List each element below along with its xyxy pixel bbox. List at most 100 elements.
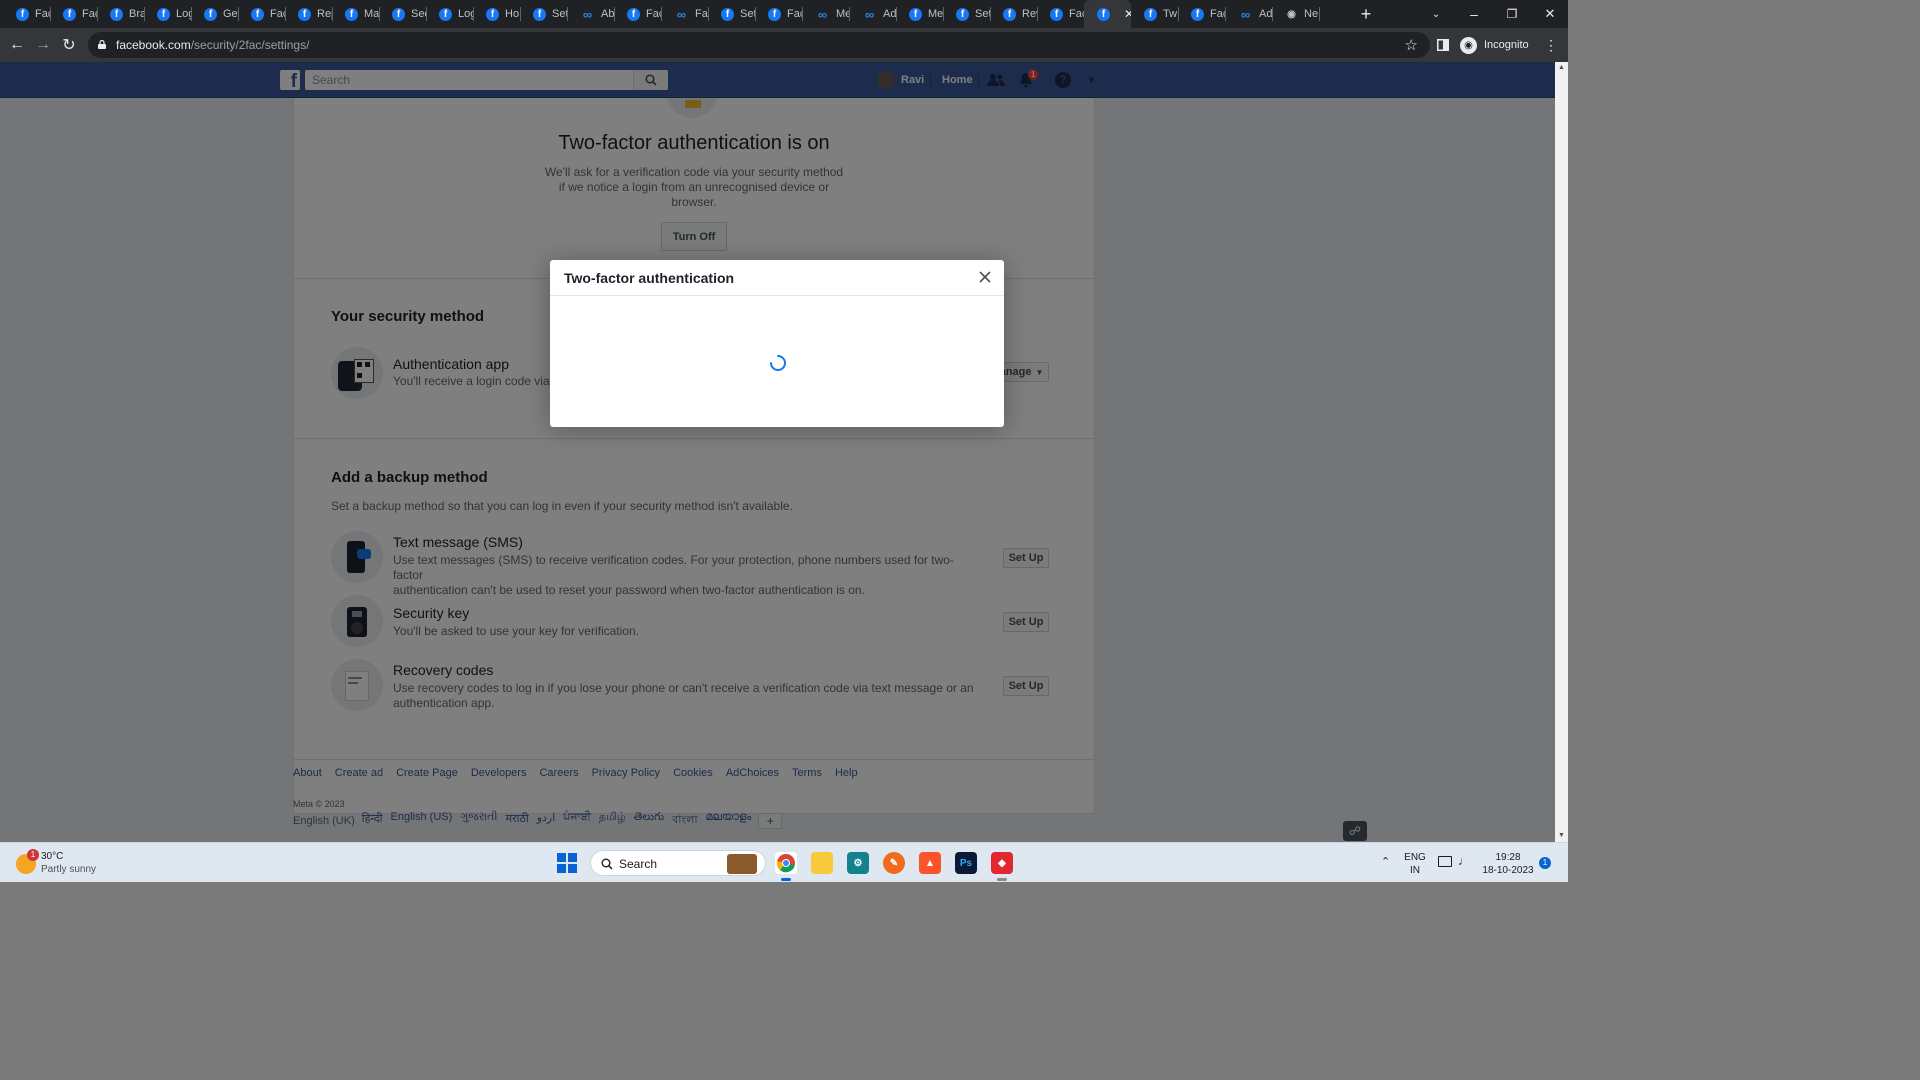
- browser-tab[interactable]: f Ho: [473, 0, 520, 28]
- close-icon[interactable]: [976, 268, 994, 286]
- browser-tab[interactable]: f Fac: [3, 0, 50, 28]
- search-icon: [601, 858, 613, 870]
- restore-button[interactable]: ❐: [1502, 0, 1522, 28]
- tab-title: Set: [975, 8, 990, 20]
- browser-tab[interactable]: f Set: [943, 0, 990, 28]
- modal-overlay[interactable]: [0, 62, 1555, 842]
- app-icon-orange[interactable]: ✎: [883, 852, 905, 874]
- back-arrow-icon[interactable]: ←: [6, 34, 28, 56]
- tab-title: Fac: [1069, 8, 1084, 20]
- tab-title: Fac: [1210, 8, 1225, 20]
- tab-title: Bra: [129, 8, 144, 20]
- facebook-icon: f: [533, 7, 546, 21]
- browser-tab[interactable]: f Fac: [1037, 0, 1084, 28]
- browser-tab[interactable]: f Set: [520, 0, 567, 28]
- search-highlight-icon: [727, 854, 757, 874]
- screen-recorder-icon[interactable]: ◆: [991, 852, 1013, 874]
- facebook-icon: f: [63, 7, 76, 21]
- file-explorer-icon[interactable]: [811, 852, 833, 874]
- meta-icon: ∞: [676, 6, 687, 22]
- browser-tab[interactable]: f Ma: [332, 0, 379, 28]
- browser-tab[interactable]: f Set: [708, 0, 755, 28]
- incognito-indicator[interactable]: ◉ Incognito: [1460, 32, 1529, 58]
- browser-tab[interactable]: f Tw: [1131, 0, 1178, 28]
- tab-title: Log: [176, 8, 191, 20]
- clock[interactable]: 19:28 18-10-2023: [1480, 851, 1536, 877]
- chrome-icon[interactable]: [775, 852, 797, 874]
- windows-start-icon[interactable]: [557, 853, 577, 873]
- browser-tab[interactable]: ∞ Fac: [661, 0, 708, 28]
- tab-title: Abc: [601, 8, 614, 20]
- brave-browser-icon[interactable]: ▲: [919, 852, 941, 874]
- browser-tab[interactable]: f Rep: [285, 0, 332, 28]
- app-icon-teal[interactable]: ⚙: [847, 852, 869, 874]
- new-tab-button[interactable]: +: [1356, 0, 1376, 28]
- tab-title: Fac: [646, 8, 661, 20]
- facebook-icon: f: [1191, 7, 1204, 21]
- bookmark-star-icon[interactable]: ☆: [1405, 36, 1418, 54]
- browser-tab[interactable]: ∞ Me: [802, 0, 849, 28]
- meta-icon: ∞: [864, 6, 875, 22]
- photoshop-icon[interactable]: Ps: [955, 852, 977, 874]
- chrome-active-indicator: [781, 878, 791, 881]
- browser-tab[interactable]: f Log: [426, 0, 473, 28]
- page-scrollbar[interactable]: ▲ ▼: [1555, 62, 1568, 842]
- facebook-icon: f: [1144, 7, 1157, 21]
- minimize-button[interactable]: –: [1464, 0, 1484, 28]
- lock-icon: [98, 40, 106, 49]
- browser-tab[interactable]: ∞ Ads: [1225, 0, 1272, 28]
- taskbar-search-box[interactable]: Search: [590, 850, 766, 876]
- clock-date: 18-10-2023: [1482, 865, 1534, 876]
- facebook-icon: f: [768, 7, 781, 21]
- facebook-icon: f: [110, 7, 123, 21]
- browser-tab[interactable]: ∞ Abc: [567, 0, 614, 28]
- tab-title: Ho: [505, 8, 520, 20]
- facebook-icon: f: [345, 7, 358, 21]
- browser-tab-active[interactable]: f ✕: [1084, 0, 1131, 28]
- scroll-up-arrow-icon[interactable]: ▲: [1555, 62, 1568, 74]
- side-panel-icon[interactable]: [1432, 34, 1454, 56]
- browser-toolbar: ← → ↻ facebook.com/security/2fac/setting…: [0, 28, 1568, 62]
- network-icon[interactable]: [1438, 856, 1452, 867]
- browser-tab[interactable]: f Fac: [614, 0, 661, 28]
- reload-icon[interactable]: ↻: [58, 34, 80, 56]
- browser-tab[interactable]: ∞ Ad: [849, 0, 896, 28]
- input-language[interactable]: ENG IN: [1403, 851, 1427, 877]
- meta-icon: ∞: [817, 6, 828, 22]
- tab-title: Me: [928, 8, 943, 20]
- browser-tab[interactable]: f Rev: [990, 0, 1037, 28]
- notification-center-badge[interactable]: 1: [1539, 857, 1551, 869]
- forward-arrow-icon[interactable]: →: [32, 34, 54, 56]
- browser-tab[interactable]: f Fac: [238, 0, 285, 28]
- weather-widget[interactable]: 1 30°C Partly sunny: [14, 849, 124, 877]
- tab-close-icon[interactable]: ✕: [1124, 7, 1131, 21]
- tray-overflow-chevron-icon[interactable]: ⌃: [1381, 855, 1390, 868]
- tab-title: Rev: [1022, 8, 1037, 20]
- address-bar[interactable]: facebook.com/security/2fac/settings/ ☆: [88, 32, 1430, 58]
- tab-title: Set: [740, 8, 755, 20]
- chrome-menu-icon[interactable]: ⋮: [1540, 34, 1562, 56]
- two-factor-dialog: Two-factor authentication: [550, 260, 1004, 427]
- tab-title: Log: [458, 8, 473, 20]
- browser-tab[interactable]: ◉ Ne: [1272, 0, 1319, 28]
- taskbar-search-label: Search: [619, 857, 658, 871]
- facebook-icon: f: [298, 7, 311, 21]
- browser-tab[interactable]: f Fac: [50, 0, 97, 28]
- browser-tab[interactable]: f Me: [896, 0, 943, 28]
- tab-search-icon[interactable]: ⌄: [1427, 0, 1445, 28]
- facebook-icon: f: [392, 7, 405, 21]
- browser-tab[interactable]: f Fac: [1178, 0, 1225, 28]
- browser-tab[interactable]: f Fac: [755, 0, 802, 28]
- facebook-icon: f: [909, 7, 922, 21]
- volume-icon[interactable]: ♩: [1458, 854, 1470, 868]
- browser-tab[interactable]: f Sec: [379, 0, 426, 28]
- facebook-icon: f: [157, 7, 170, 21]
- browser-tab[interactable]: f Get: [191, 0, 238, 28]
- tab-title: Tw: [1163, 8, 1178, 20]
- browser-tab[interactable]: f Log: [144, 0, 191, 28]
- browser-tab[interactable]: f Bra: [97, 0, 144, 28]
- scroll-down-arrow-icon[interactable]: ▼: [1555, 830, 1568, 842]
- facebook-icon: f: [627, 7, 640, 21]
- page-viewport: Two-factor authentication is on We'll as…: [0, 62, 1555, 842]
- window-close-button[interactable]: ✕: [1540, 0, 1560, 28]
